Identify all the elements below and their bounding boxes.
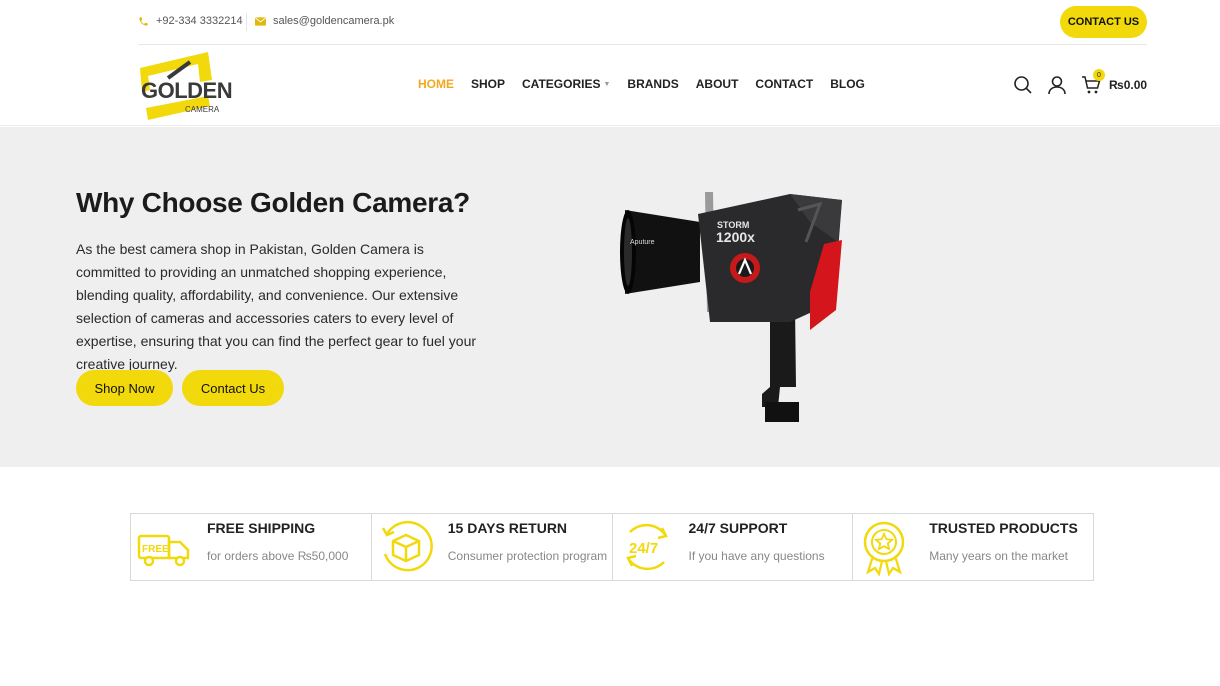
email-address: sales@goldencamera.pk [273, 15, 395, 27]
site-logo[interactable]: GOLDEN CAMERA [138, 50, 233, 122]
nav-label: BLOG [830, 77, 865, 91]
feature-24-7-support: 24/7 24/7 SUPPORT If you have any questi… [613, 514, 854, 580]
search-icon [1014, 76, 1032, 94]
feature-free-shipping: FREE FREE SHIPPING for orders above ₨50,… [131, 514, 372, 580]
account-button[interactable] [1047, 75, 1067, 95]
free-truck-icon: FREE [137, 534, 190, 567]
free-icon-text: FREE [142, 544, 169, 555]
contact-us-top-button[interactable]: CONTACT US [1060, 6, 1147, 38]
award-badge-icon [864, 521, 905, 576]
feature-desc: If you have any questions [688, 549, 825, 563]
support-icon-text: 24/7 [629, 540, 658, 557]
nav-label: BRANDS [627, 77, 679, 91]
top-bar: +92-334 3332214 sales@goldencamera.pk CO… [138, 0, 1147, 45]
feature-title: 15 DAYS RETURN [447, 520, 568, 536]
logo-subtext: CAMERA [185, 105, 220, 114]
nav-label: CATEGORIES [522, 77, 601, 91]
nav-about[interactable]: ABOUT [696, 77, 739, 91]
phone-number: +92-334 3332214 [156, 15, 243, 27]
nav-contact[interactable]: CONTACT [755, 77, 813, 91]
nav-categories[interactable]: CATEGORIES ▼ [522, 77, 610, 91]
hero-section: Why Choose Golden Camera? As the best ca… [0, 127, 1220, 467]
logo-wordmark: GOLDEN [141, 78, 233, 103]
envelope-icon [255, 16, 266, 26]
shop-now-button[interactable]: Shop Now [76, 370, 173, 406]
feature-title: FREE SHIPPING [207, 520, 316, 536]
nav-label: HOME [418, 77, 454, 91]
feature-desc: Many years on the market [929, 549, 1068, 563]
main-header: GOLDEN CAMERA HOME SHOP CATEGORIES ▼ BRAN… [0, 46, 1220, 126]
nav-label: ABOUT [695, 77, 739, 91]
header-actions: 0 ₨0.00 [1013, 69, 1147, 95]
support-247-icon: 24/7 [625, 523, 668, 571]
cart-total[interactable]: ₨0.00 [1109, 78, 1147, 92]
nav-shop[interactable]: SHOP [471, 77, 505, 91]
nav-brands[interactable]: BRANDS [627, 77, 678, 91]
phone-contact[interactable]: +92-334 3332214 [138, 15, 243, 27]
contact-us-button[interactable]: Contact Us [182, 370, 284, 406]
nav-blog[interactable]: BLOG [830, 77, 865, 91]
main-nav: HOME SHOP CATEGORIES ▼ BRANDS ABOUT CONTA… [418, 77, 882, 91]
nav-home[interactable]: HOME [418, 77, 454, 91]
user-icon [1048, 76, 1066, 95]
cart-count-badge: 0 [1093, 69, 1105, 81]
feature-trusted-products: TRUSTED PRODUCTS Many years on the marke… [853, 514, 1093, 580]
search-button[interactable] [1013, 75, 1033, 95]
email-contact[interactable]: sales@goldencamera.pk [255, 15, 394, 27]
nav-label: SHOP [471, 77, 506, 91]
feature-title: 24/7 SUPPORT [688, 520, 788, 536]
product-model-line2: 1200x [716, 229, 755, 245]
product-brand: Aputure [630, 239, 655, 246]
feature-title: TRUSTED PRODUCTS [929, 520, 1078, 536]
feature-desc: Consumer protection program [447, 549, 608, 563]
phone-icon [139, 16, 148, 26]
cart-button[interactable]: 0 [1081, 69, 1105, 95]
feature-15-days-return: 15 DAYS RETURN Consumer protection progr… [372, 514, 613, 580]
nav-label: CONTACT [755, 77, 814, 91]
features-strip: FREE FREE SHIPPING for orders above ₨50,… [130, 513, 1094, 581]
feature-desc: for orders above ₨50,000 [207, 549, 349, 563]
return-box-icon [381, 520, 433, 572]
divider [246, 13, 247, 31]
hero-title: Why Choose Golden Camera? [76, 187, 470, 218]
chevron-down-icon: ▼ [603, 80, 611, 88]
hero-body: As the best camera shop in Pakistan, Gol… [76, 241, 477, 372]
product-image-storm-light: STORM 1200x Aputure [620, 192, 842, 422]
